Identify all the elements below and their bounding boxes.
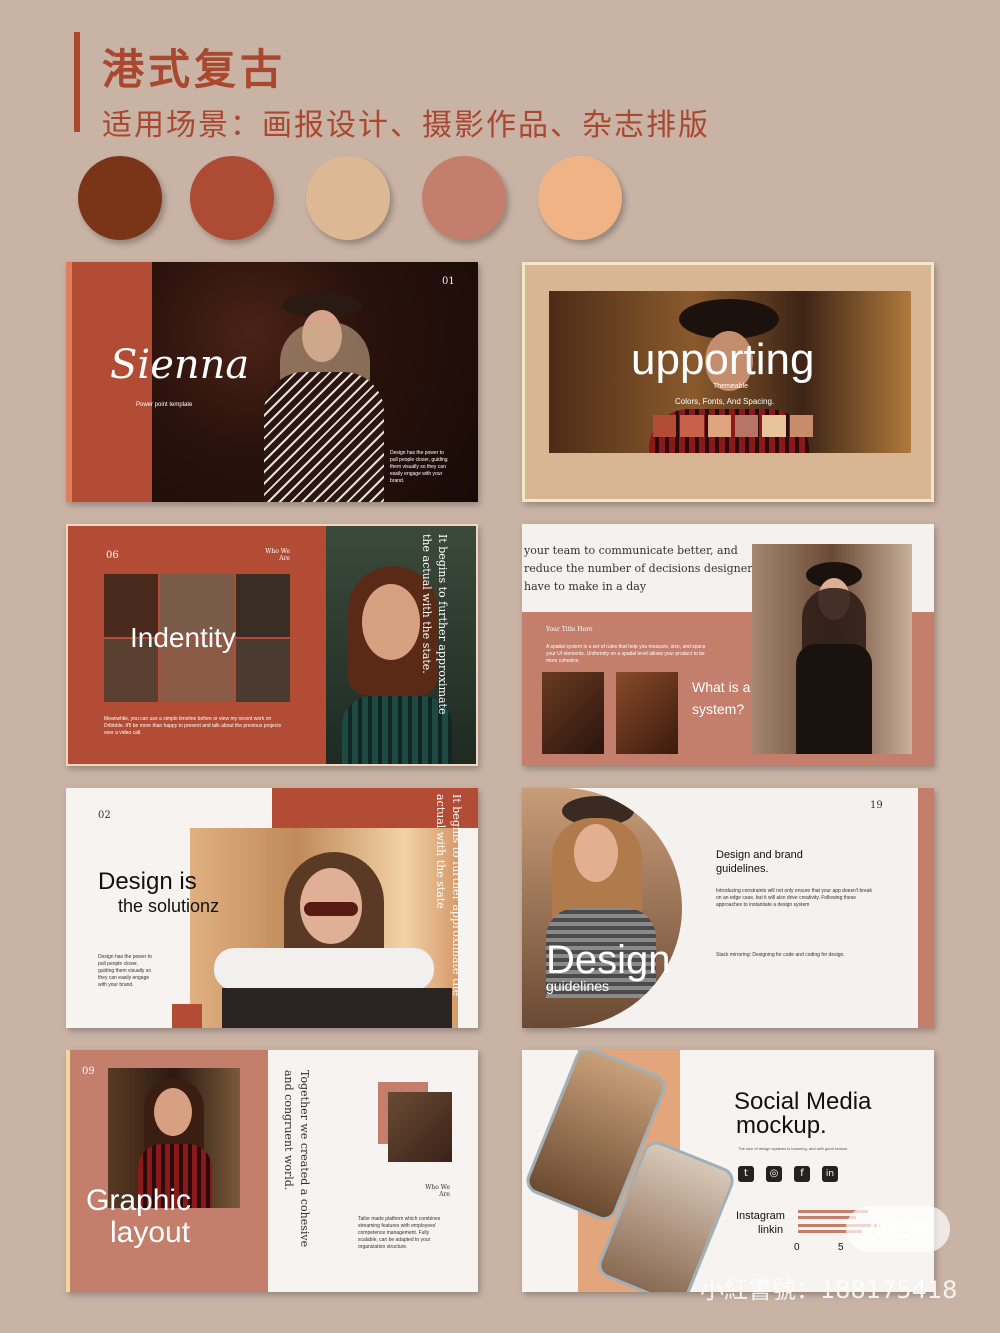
mini-swatch	[789, 415, 813, 437]
slide-7-number: 09	[82, 1066, 95, 1077]
slide-7-title-1: Graphic	[86, 1184, 192, 1217]
slide-7-small-photo	[388, 1092, 452, 1162]
slide-6-body-1: Introducing constraints will not only en…	[716, 888, 873, 908]
collage-photo	[236, 639, 290, 702]
color-swatch-1	[78, 156, 162, 240]
xiaohongshu-logo: 小红书	[846, 1206, 950, 1252]
slide-2-palette	[653, 415, 813, 437]
color-swatch-5	[538, 156, 622, 240]
slide-4-photo-small-2	[616, 672, 678, 754]
slide-7-vertical: Together we created a cohesive and congr…	[282, 1070, 311, 1248]
slide-8-tick-5: 5	[838, 1242, 844, 1253]
person-sweater	[264, 372, 384, 502]
slide-5-vertical: It begins to further approximate the act…	[434, 794, 463, 996]
mini-swatch	[762, 415, 786, 437]
slide-1-body: Design has the power to pull people clos…	[390, 450, 448, 484]
slide-6-design-guidelines: 19 Design and brand guidelines. Introduc…	[522, 788, 934, 1028]
mini-swatch	[707, 415, 731, 437]
slide-8-tiny: The size of design systems is booming, a…	[738, 1146, 849, 1151]
slide-4-quote: your team to communicate better, and red…	[524, 544, 759, 593]
slide-5-title-2: the solutionz	[118, 896, 220, 916]
mini-swatch	[653, 415, 677, 437]
slide-2-title: upporting	[631, 335, 815, 384]
slide-5-photo	[190, 828, 458, 1028]
page-subtitle: 适用场景：画报设计、摄影作品、杂志排版	[102, 108, 710, 143]
slide-1-brand: Sienna	[110, 342, 250, 388]
header-accent-bar	[74, 32, 80, 132]
slide-4-portrait	[752, 544, 912, 754]
color-swatch-3	[306, 156, 390, 240]
slide-5-body: Design has the power to pull people clos…	[98, 954, 152, 988]
slide-7-body: Tailor made platform which combines stre…	[358, 1216, 441, 1250]
sunglasses	[304, 902, 358, 916]
slide-4-photo-small-1	[542, 672, 604, 754]
slide-3-portrait	[326, 526, 476, 764]
watermark-text: 小紅書號：188175418	[700, 1276, 958, 1304]
slide-3-body: Meanwhile, you can use a simple timeline…	[104, 716, 282, 736]
slide-2-supporting: upporting Themeable Colors, Fonts, And S…	[522, 262, 934, 502]
chair	[222, 988, 452, 1028]
slide-3-title: Indentity	[130, 622, 236, 653]
slide-8-label-1: Instagram	[736, 1210, 785, 1222]
collage-photo	[236, 574, 290, 637]
mini-swatch	[734, 415, 759, 437]
person-face	[154, 1088, 192, 1136]
slide-3-identity: 06 Who We Are Indentity Meanwhile, you c…	[66, 524, 478, 766]
slide-4-label: Your Title Here	[546, 626, 593, 633]
slide-8-tick-0: 0	[794, 1242, 800, 1253]
person-arms	[214, 948, 434, 990]
color-swatch-2	[190, 156, 274, 240]
slide-3-who: Who We Are	[265, 548, 290, 562]
slide-4-spatial: your team to communicate better, and red…	[522, 524, 934, 766]
slide-1-sienna: 01 Sienna Power point template Design ha…	[66, 262, 478, 502]
facebook-icon[interactable]: f	[794, 1166, 810, 1182]
page-title: 港式复古	[102, 45, 287, 94]
slide-6-edge	[918, 788, 934, 1028]
instagram-icon[interactable]: ◎	[766, 1166, 782, 1182]
slide-7-graphic-layout: 09 Graphic layout Together we created a …	[66, 1050, 478, 1292]
slide-2-sub2: Colors, Fonts, And Spacing.	[675, 397, 775, 406]
slide-1-tagline: Power point template	[136, 402, 193, 408]
person-face	[362, 584, 420, 660]
slide-6-number: 19	[870, 800, 883, 811]
slide-6-big: Design	[546, 938, 671, 982]
slide-7-title-2: layout	[110, 1216, 191, 1249]
slide-3-number: 06	[106, 550, 119, 561]
slide-5-square	[172, 1004, 202, 1028]
slide-2-sub1: Themeable	[713, 383, 749, 390]
color-swatch-4	[422, 156, 506, 240]
slide-8-title-2: mockup.	[736, 1112, 827, 1139]
slide-8-social-media: Social Media mockup. The size of design …	[522, 1050, 934, 1292]
slide-1-edge	[66, 262, 72, 502]
slide-5-title-1: Design is	[98, 868, 197, 895]
slide-1-number: 01	[442, 276, 455, 287]
person-face	[574, 824, 618, 882]
slide-3-vertical: It begins to further approximate the act…	[420, 534, 449, 715]
linkedin-icon[interactable]: in	[822, 1166, 838, 1182]
slide-5-design-is: 02 Design is the solutionz Design has th…	[66, 788, 478, 1028]
slide-8-social-icons: t ◎ f in	[738, 1166, 838, 1182]
person-dress	[796, 644, 872, 754]
slide-6-body-2: Stack mirroring: Designing for code and …	[716, 952, 845, 958]
twitter-icon[interactable]: t	[738, 1166, 754, 1182]
mini-swatch	[680, 415, 704, 437]
slide-7-who: Who We Are	[425, 1184, 450, 1198]
slide-8-label-2: linkin	[758, 1224, 784, 1236]
slide-6-heading: Design and brand guidelines.	[716, 849, 803, 875]
slide-5-number: 02	[98, 810, 111, 821]
slide-4-body: A spatial system is a set of rules that …	[546, 644, 706, 664]
slide-6-small: guidelines	[546, 978, 610, 994]
